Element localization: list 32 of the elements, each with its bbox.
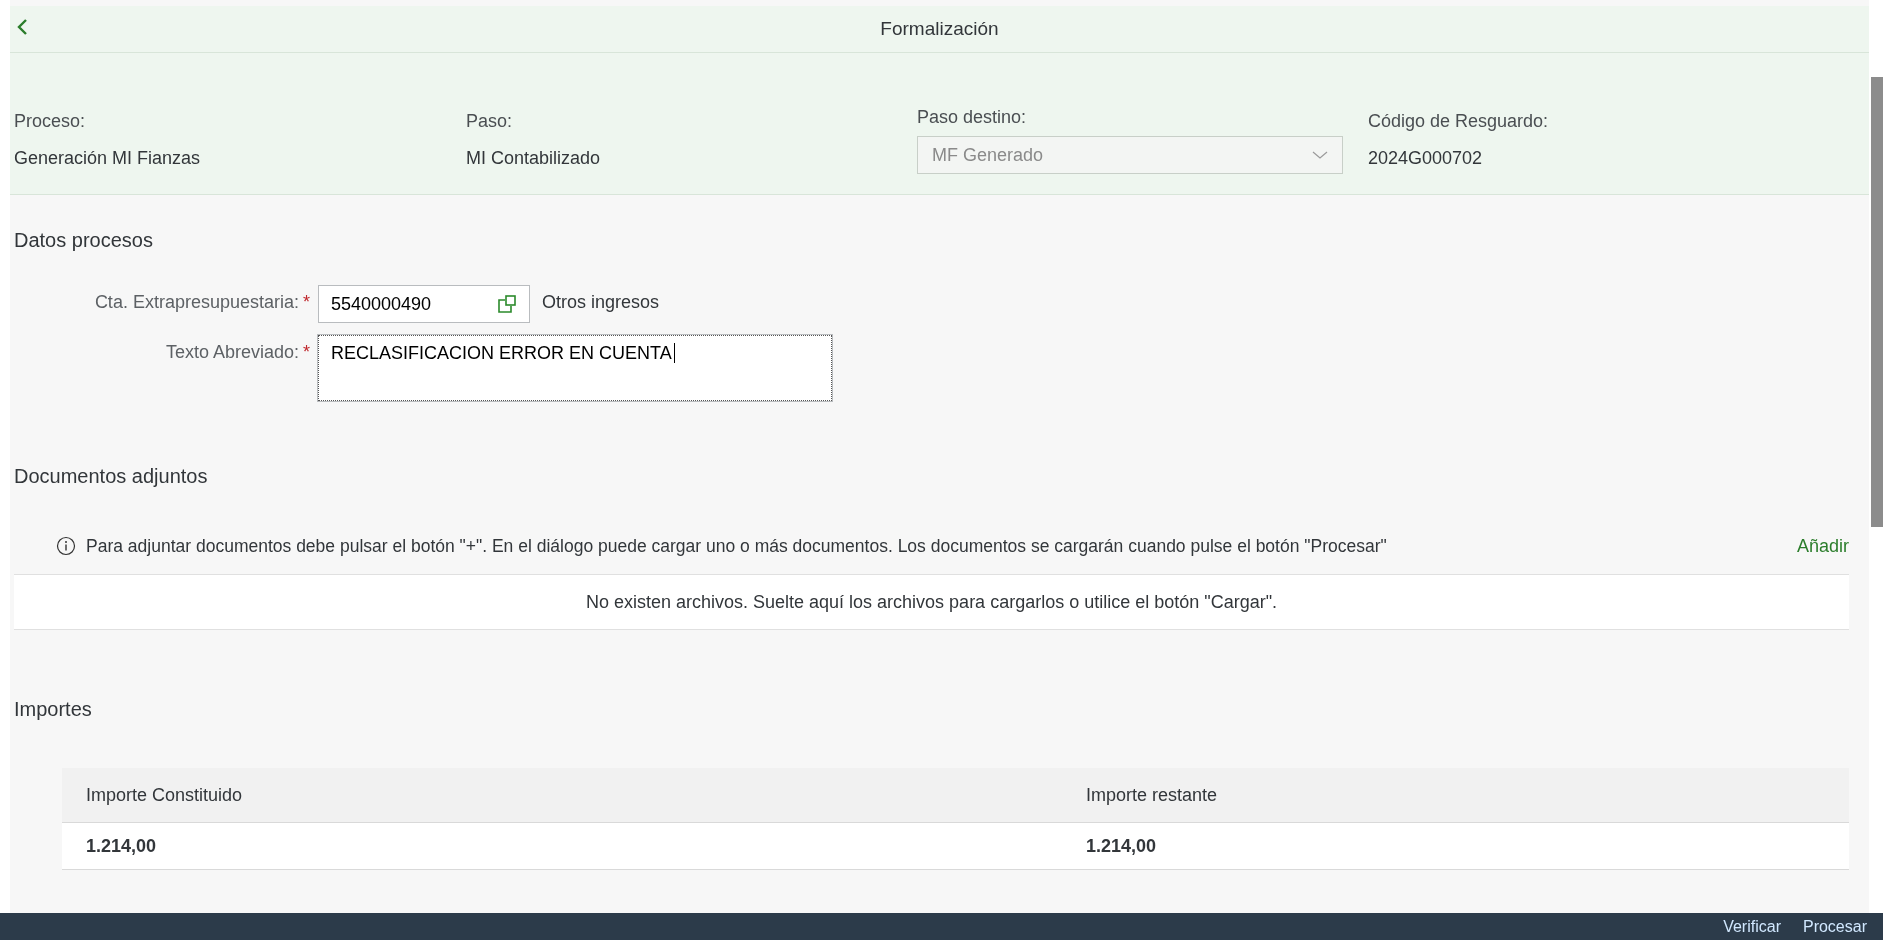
footer-button[interactable]: Procesar <box>1794 915 1875 938</box>
table-cell-text: 1.214,00 <box>1085 835 1158 857</box>
section-title: Importes <box>14 698 93 722</box>
info-icon <box>56 536 76 556</box>
text-area[interactable]: RECLASIFICACION ERROR EN CUENTA <box>318 335 832 401</box>
chevron-down-icon <box>1312 150 1328 160</box>
field-value: Generación MI Fianzas <box>14 148 202 169</box>
info-message: Para adjuntar documentos debe pulsar el botón "+". En el diálogo puede cargar uno o más documentos. Los documentos se cargarán cuando pulse el botón "Procesar" <box>86 535 1388 557</box>
column-header: Importe restante <box>1085 784 1219 806</box>
required-asterisk: * <box>303 342 310 363</box>
add-link[interactable]: Añadir <box>1796 535 1849 557</box>
table-cell-text: 1.214,00 <box>85 835 158 857</box>
upload-area[interactable]: No existen archivos. Suelte aquí los archivos para cargarlos o utilice el botón "Cargar". <box>14 574 1849 630</box>
scrollbar-thumb[interactable] <box>1871 77 1883 527</box>
field-label: Proceso: <box>14 111 87 132</box>
section-title: Datos procesos <box>14 229 154 253</box>
back-icon <box>16 18 30 36</box>
field-label: Texto Abreviado: <box>165 342 299 363</box>
section-title: Documentos adjuntos <box>14 465 209 489</box>
column-header: Importe Constituido <box>85 784 244 806</box>
footer-button[interactable]: Verificar <box>1715 915 1789 938</box>
value-help-icon[interactable] <box>497 294 517 314</box>
field-value: MI Contabilizado <box>466 148 602 169</box>
field-value: 2024G000702 <box>1368 148 1484 169</box>
page-title: Formalización <box>880 18 999 40</box>
field-label: Código de Resguardo: <box>1368 111 1550 132</box>
field-label: Paso destino: <box>917 107 1028 128</box>
required-asterisk: * <box>303 292 310 313</box>
field-label: Cta. Extrapresupuestaria: <box>94 292 299 313</box>
account-description: Otros ingresos <box>542 291 660 313</box>
account-input[interactable]: 5540000490 <box>318 285 530 323</box>
field-label: Paso: <box>466 111 514 132</box>
